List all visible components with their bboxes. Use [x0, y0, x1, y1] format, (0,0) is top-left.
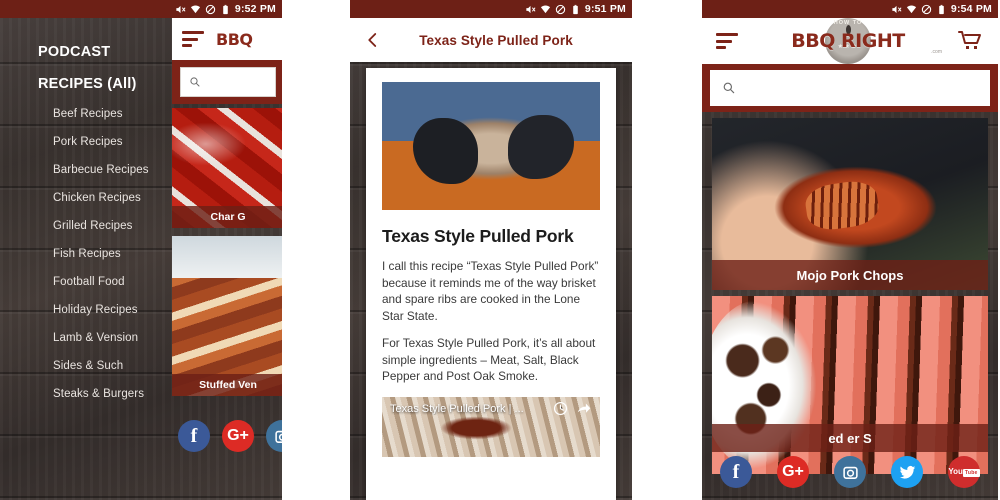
mute-icon — [176, 5, 186, 13]
sidebar-item-fish[interactable]: Fish Recipes — [0, 240, 172, 268]
video-overlay-bar: Texas Style Pulled Pork | ... — [382, 397, 600, 421]
status-bar-left: 9:52 PM — [0, 0, 282, 18]
twitter-icon[interactable] — [891, 456, 923, 488]
page-title: Texas Style Pulled Pork — [419, 32, 573, 48]
wifi-icon — [906, 4, 916, 13]
hero-image — [382, 82, 600, 210]
facebook-icon[interactable]: f — [720, 456, 752, 488]
status-bar-time: 9:54 PM — [950, 2, 992, 15]
recipe-card[interactable]: Mojo Pork Chops — [712, 118, 988, 290]
do-not-disturb-icon — [205, 4, 216, 14]
panel-gap-2 — [632, 0, 702, 500]
phone-panel-left: 9:52 PM BBQ Char G Stuffed Ven PODCAST R… — [0, 0, 282, 500]
back-chevron-icon[interactable] — [364, 31, 382, 49]
wifi-icon — [190, 4, 200, 13]
status-bar-icons-right — [891, 4, 947, 15]
recipe-feed: Mojo Pork Chops ed er S — [702, 118, 998, 500]
instagram-icon[interactable] — [266, 420, 282, 452]
status-bar-right: 9:54 PM — [702, 0, 998, 18]
navigation-drawer: PODCAST RECIPES (All) Beef Recipes Pork … — [0, 18, 172, 500]
mute-icon — [526, 5, 536, 13]
battery-icon — [223, 4, 228, 14]
do-not-disturb-icon — [555, 4, 566, 14]
sidebar-item-grilled[interactable]: Grilled Recipes — [0, 212, 172, 240]
sidebar-item-beef[interactable]: Beef Recipes — [0, 100, 172, 128]
panel-gap-1 — [282, 0, 350, 500]
shopping-cart-icon[interactable] — [958, 30, 984, 52]
status-bar-icons-middle — [525, 4, 581, 15]
app-topbar-right: HOW TO ★★★ BBQ RIGHT .com — [702, 18, 998, 64]
recipe-card-caption: Stuffed Ven — [172, 374, 282, 396]
search-bar-container-right — [702, 64, 998, 112]
sidebar-item-pork[interactable]: Pork Recipes — [0, 128, 172, 156]
video-title: Texas Style Pulled Pork | ... — [390, 402, 524, 415]
status-bar-time: 9:51 PM — [584, 2, 626, 15]
hamburger-icon[interactable] — [182, 31, 204, 47]
instagram-icon[interactable] — [834, 456, 866, 488]
phone-panel-middle: 9:51 PM Texas Style Pulled Pork Texas St… — [350, 0, 632, 500]
recipe-card[interactable]: ed er S — [712, 296, 988, 474]
sidebar-item-sides[interactable]: Sides & Such — [0, 352, 172, 380]
article-card: Texas Style Pulled Pork I call this reci… — [366, 68, 616, 500]
sidebar-item-football[interactable]: Football Food — [0, 268, 172, 296]
screenshot-stage: 9:52 PM BBQ Char G Stuffed Ven PODCAST R… — [0, 0, 1000, 500]
status-bar-middle: 9:51 PM — [350, 0, 632, 18]
article-paragraph-2: For Texas Style Pulled Pork, it’s all ab… — [382, 336, 596, 383]
app-topbar-middle: Texas Style Pulled Pork — [350, 18, 632, 62]
status-bar-time: 9:52 PM — [234, 2, 276, 15]
sidebar-item-steaks[interactable]: Steaks & Burgers — [0, 380, 172, 408]
sidebar-item-holiday[interactable]: Holiday Recipes — [0, 296, 172, 324]
social-share-bar-left: f G+ — [178, 420, 282, 452]
search-icon — [723, 82, 735, 94]
phone-panel-right: 9:54 PM HOW TO ★★★ BBQ RIGHT .com Mojo P… — [702, 0, 998, 500]
facebook-icon[interactable]: f — [178, 420, 210, 452]
recipe-card[interactable]: Char G — [172, 108, 282, 228]
embedded-video-player[interactable]: Texas Style Pulled Pork | ... — [382, 396, 600, 457]
recipe-card-caption: ed er S — [712, 424, 988, 452]
youtube-tube-text: Tube — [962, 468, 980, 477]
search-icon — [190, 77, 200, 87]
google-plus-icon[interactable]: G+ — [777, 456, 809, 488]
logo-text-partial: BBQ — [216, 29, 253, 49]
article-paragraph-1: I call this recipe “Texas Style Pulled P… — [382, 259, 599, 323]
battery-icon — [939, 4, 944, 14]
bacon-wrapped-venison-photo — [172, 236, 282, 396]
article-body-middle: Texas Style Pulled Pork I call this reci… — [350, 62, 632, 500]
logo-text: BBQ RIGHT — [791, 30, 905, 52]
sidebar-item-barbecue[interactable]: Barbecue Recipes — [0, 156, 172, 184]
wifi-icon — [540, 4, 550, 13]
search-input[interactable] — [710, 70, 990, 106]
youtube-icon[interactable]: You Tube — [948, 456, 980, 488]
clock-icon[interactable] — [553, 401, 568, 416]
article-heading: Texas Style Pulled Pork — [382, 226, 574, 246]
social-share-bar-right: f G+ You Tube — [720, 456, 980, 488]
pulled-pork-hands-photo — [382, 82, 600, 210]
battery-icon — [573, 4, 578, 14]
app-logo[interactable]: HOW TO ★★★ BBQ RIGHT .com — [738, 18, 958, 64]
recipe-card[interactable]: Stuffed Ven — [172, 236, 282, 396]
sidebar-item-lamb[interactable]: Lamb & Vension — [0, 324, 172, 352]
google-plus-icon[interactable]: G+ — [222, 420, 254, 452]
sidebar-item-chicken[interactable]: Chicken Recipes — [0, 184, 172, 212]
status-bar-icons-left — [175, 4, 231, 15]
mute-icon — [892, 5, 902, 13]
share-arrow-icon[interactable] — [576, 401, 592, 416]
recipe-card-caption: Mojo Pork Chops — [712, 260, 988, 290]
search-bar-container-left — [172, 60, 282, 104]
app-topbar-left: BBQ — [172, 18, 282, 60]
drawer-heading-recipes[interactable]: RECIPES (All) — [0, 68, 172, 100]
logo-suffix: .com — [931, 49, 942, 55]
recipe-card-caption: Char G — [172, 206, 282, 228]
hamburger-icon[interactable] — [716, 33, 738, 49]
do-not-disturb-icon — [921, 4, 932, 14]
drawer-heading-podcast[interactable]: PODCAST — [0, 36, 172, 68]
search-input-left[interactable] — [180, 67, 276, 97]
